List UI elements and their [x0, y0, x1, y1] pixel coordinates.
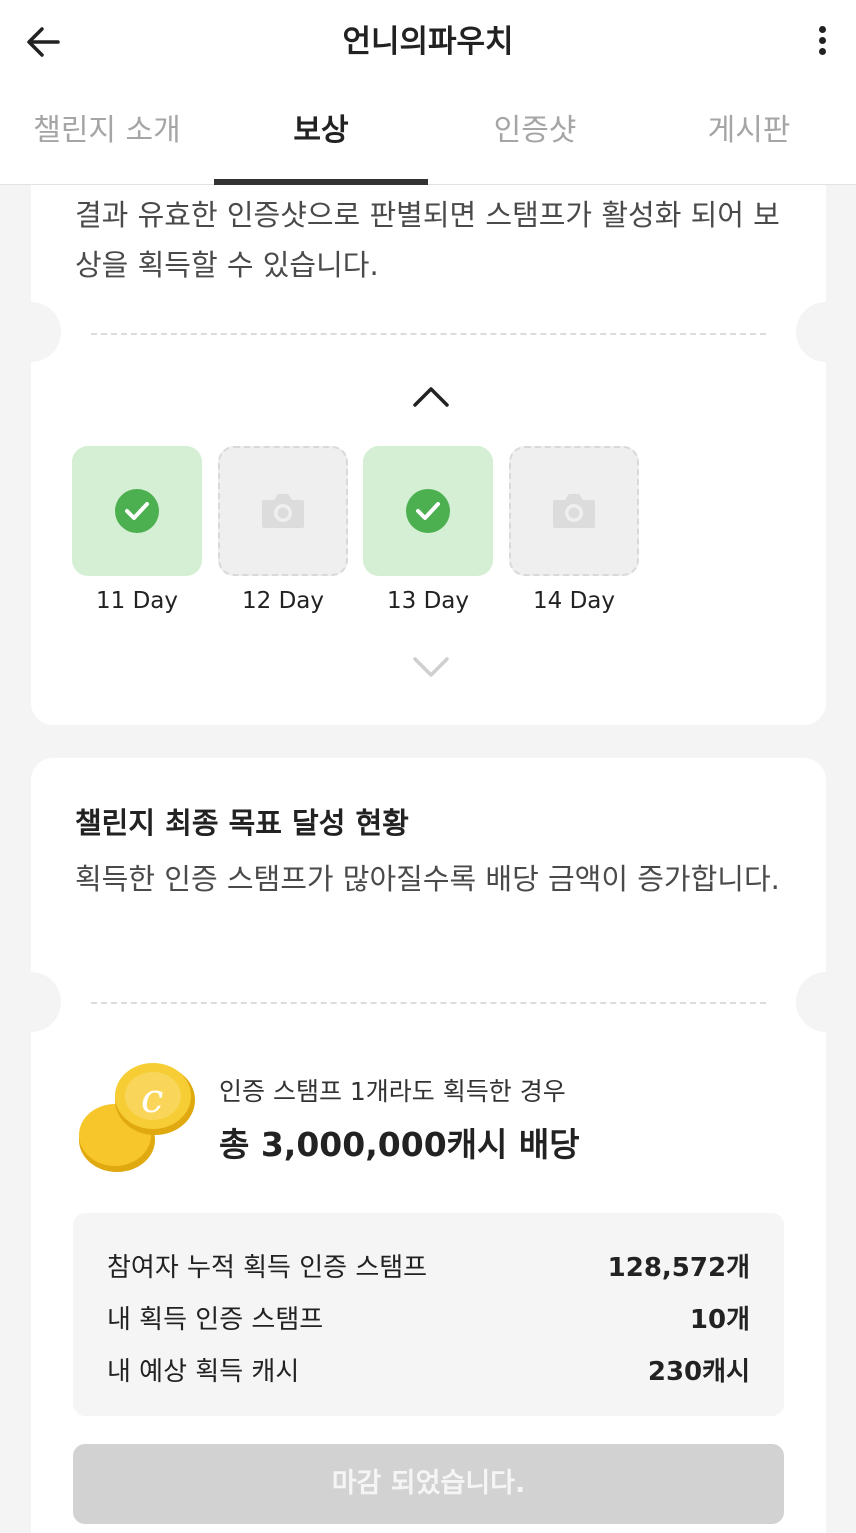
- card-notch: [1, 972, 61, 1032]
- stamp-card: 결과 유효한 인증샷으로 판별되면 스탬프가 활성화 되어 보상을 획득할 수 …: [1, 150, 856, 725]
- closed-button[interactable]: 마감 되었습니다.: [73, 1444, 784, 1524]
- stat-row: 참여자 누적 획득 인증 스탬프 128,572개: [107, 1239, 750, 1291]
- coins-icon: c: [79, 1063, 195, 1172]
- page-title: 언니의파우치: [342, 24, 514, 60]
- tab-challenge-intro[interactable]: 챌린지 소개: [0, 84, 214, 184]
- stats-box: 참여자 누적 획득 인증 스탬프 128,572개 내 획득 인증 스탬프 10…: [73, 1213, 784, 1416]
- top-bar: 언니의파우치: [0, 0, 856, 84]
- day-label: 11 Day: [96, 588, 178, 614]
- day-label: 13 Day: [387, 588, 469, 614]
- card-notch: [1, 302, 61, 362]
- stamp-verified: [72, 446, 202, 576]
- day-stamp-11[interactable]: 11 Day: [72, 446, 202, 614]
- stamp-description: 결과 유효한 인증샷으로 판별되면 스탬프가 활성화 되어 보상을 획득할 수 …: [75, 198, 780, 282]
- chevron-up-icon[interactable]: [411, 383, 451, 409]
- tab-board[interactable]: 게시판: [642, 84, 856, 184]
- stat-row: 내 획득 인증 스탬프 10개: [107, 1291, 750, 1343]
- stat-value: 10개: [689, 1304, 750, 1335]
- day-label: 12 Day: [242, 588, 324, 614]
- goal-card: 챌린지 최종 목표 달성 현황 획득한 인증 스탬프가 많아질수록 배당 금액이…: [1, 758, 856, 1533]
- goal-description: 획득한 인증 스탬프가 많아질수록 배당 금액이 증가합니다.: [75, 862, 780, 896]
- prize-total: 총 3,000,000캐시 배당: [219, 1125, 580, 1164]
- check-circle-icon: [115, 489, 159, 533]
- stat-label: 내 예상 획득 캐시: [107, 1356, 300, 1387]
- stamp-empty: [509, 446, 639, 576]
- more-options-icon[interactable]: [810, 22, 834, 62]
- card-notch: [796, 972, 856, 1032]
- stat-value: 128,572개: [607, 1252, 750, 1283]
- day-label: 14 Day: [533, 588, 615, 614]
- stat-label: 내 획득 인증 스탬프: [107, 1304, 324, 1335]
- stat-value: 230캐시: [647, 1356, 750, 1387]
- stat-row: 내 예상 획득 캐시 230캐시: [107, 1343, 750, 1395]
- check-circle-icon: [406, 489, 450, 533]
- day-stamp-13[interactable]: 13 Day: [363, 446, 493, 614]
- page: 결과 유효한 인증샷으로 판별되면 스탬프가 활성화 되어 보상을 획득할 수 …: [0, 0, 856, 1533]
- stat-label: 참여자 누적 획득 인증 스탬프: [107, 1252, 428, 1283]
- stamp-empty: [218, 446, 348, 576]
- tab-reward[interactable]: 보상: [214, 84, 428, 185]
- tab-bar: 챌린지 소개 보상 인증샷 게시판: [0, 84, 856, 185]
- camera-icon: [262, 494, 304, 528]
- day-stamp-12[interactable]: 12 Day: [218, 446, 348, 614]
- goal-title: 챌린지 최종 목표 달성 현황: [75, 806, 409, 840]
- dashed-divider: [91, 333, 766, 335]
- day-stamp-14[interactable]: 14 Day: [509, 446, 639, 614]
- dashed-divider: [91, 1002, 766, 1004]
- card-notch: [796, 302, 856, 362]
- app-header: 언니의파우치 챌린지 소개 보상 인증샷 게시판: [0, 0, 856, 185]
- tab-proof-shots[interactable]: 인증샷: [428, 84, 642, 184]
- svg-text:c: c: [141, 1076, 163, 1122]
- camera-icon: [553, 494, 595, 528]
- prize-condition: 인증 스탬프 1개라도 획득한 경우: [219, 1077, 566, 1106]
- stamp-verified: [363, 446, 493, 576]
- chevron-down-icon[interactable]: [411, 655, 451, 681]
